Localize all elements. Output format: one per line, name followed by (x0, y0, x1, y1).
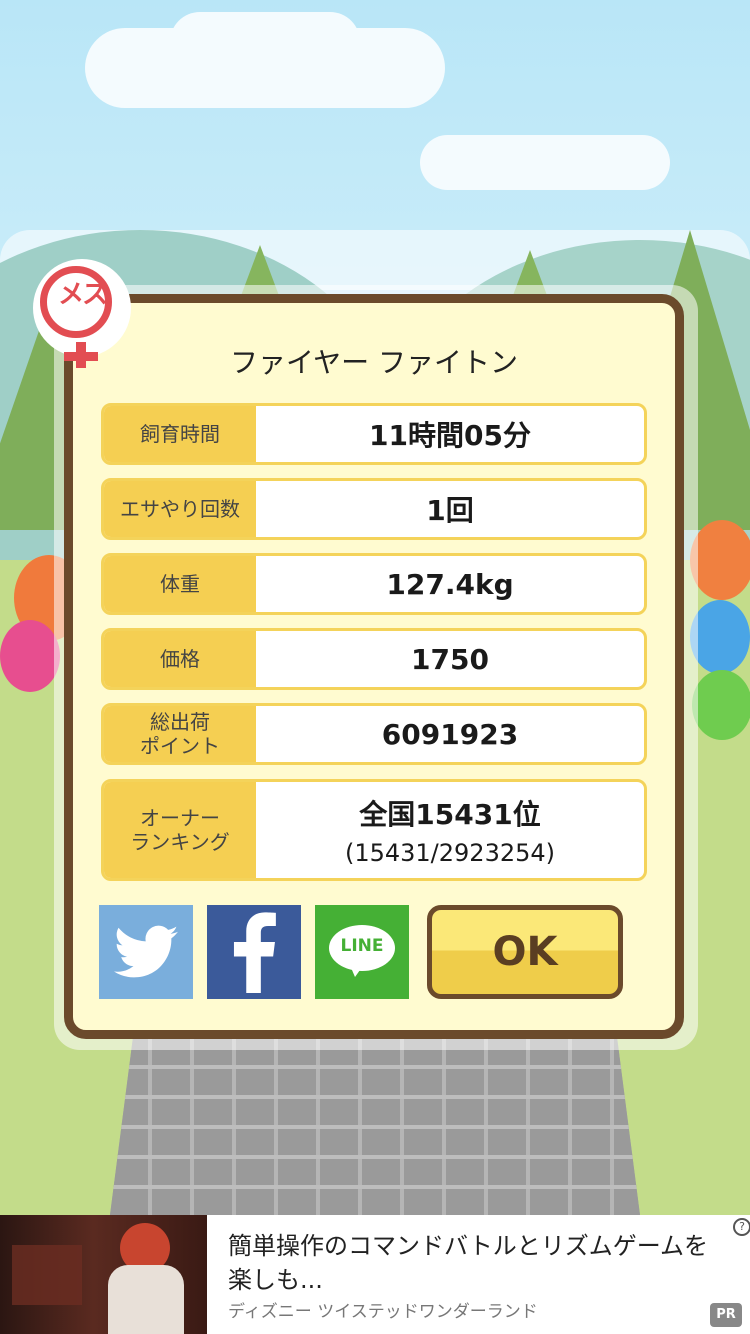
stat-row-shipping-points: 総出荷 ポイント 6091923 (101, 703, 647, 765)
ad-info-icon[interactable]: ? (733, 1218, 750, 1236)
twitter-icon (114, 925, 178, 978)
stat-label: 飼育時間 (104, 406, 256, 462)
ranking-value: 全国15431位 (359, 798, 541, 831)
stat-row-price: 価格 1750 (101, 628, 647, 690)
stat-label: 体重 (104, 556, 256, 612)
line-icon: LINE (329, 925, 395, 979)
stat-label: 総出荷 ポイント (104, 706, 256, 762)
line-label: LINE (340, 936, 384, 956)
stat-label: オーナー ランキング (104, 782, 256, 878)
stat-value: 11時間05分 (369, 419, 531, 452)
ok-button[interactable]: OK (427, 905, 623, 999)
pet-result-dialog: ファイヤー ファイトン 飼育時間 11時間05分 エサやり回数 1回 体重 12… (64, 294, 684, 1039)
gender-badge: メス (36, 262, 128, 368)
stat-label: 価格 (104, 631, 256, 687)
line-share-button[interactable]: LINE (315, 905, 409, 999)
ranking-value-group: 全国15431位 (15431/2923254) (256, 782, 644, 878)
stat-value: 1750 (411, 642, 489, 676)
ad-image[interactable] (0, 1215, 207, 1334)
ad-title[interactable]: 簡単操作のコマンドバトルとリズムゲームを楽しも... (228, 1229, 728, 1297)
stat-value: 1回 (426, 494, 474, 527)
ad-banner[interactable]: 簡単操作のコマンドバトルとリズムゲームを楽しも... ディズニー ツイステッドワ… (0, 1215, 750, 1334)
stat-row-breeding-time: 飼育時間 11時間05分 (101, 403, 647, 465)
stat-row-weight: 体重 127.4kg (101, 553, 647, 615)
stat-row-feed-count: エサやり回数 1回 (101, 478, 647, 540)
gender-label: メス (57, 280, 108, 310)
stat-value: 127.4kg (386, 567, 514, 601)
stat-value: 6091923 (381, 717, 519, 751)
stat-label: エサやり回数 (104, 481, 256, 537)
stat-row-owner-ranking: オーナー ランキング 全国15431位 (15431/2923254) (101, 779, 647, 881)
ad-sponsor: ディズニー ツイステッドワンダーランド (228, 1302, 538, 1322)
pet-name: ファイヤー ファイトン (229, 346, 519, 379)
ranking-detail: (15431/2923254) (344, 839, 556, 867)
facebook-share-button[interactable] (207, 905, 301, 999)
twitter-share-button[interactable] (99, 905, 193, 999)
facebook-icon (233, 912, 276, 993)
ad-pr-badge: PR (710, 1303, 742, 1327)
